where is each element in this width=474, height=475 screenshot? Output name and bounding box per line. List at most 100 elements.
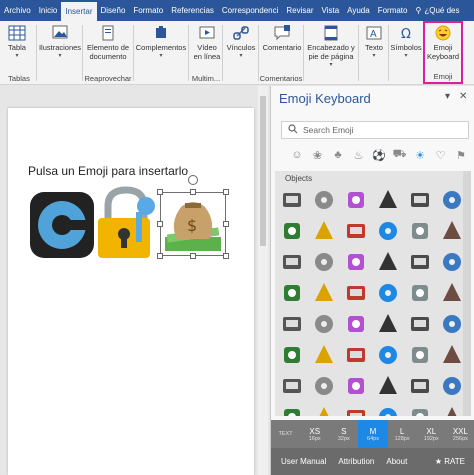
credit-card-icon[interactable] [373,402,402,416]
candle-icon[interactable] [277,371,306,400]
hourglass-flowing-icon[interactable] [277,340,306,369]
money-bag-icon[interactable] [373,371,402,400]
tab-formato-2[interactable]: Formato [374,0,412,21]
phone-icon[interactable] [405,185,434,214]
fax-icon[interactable] [309,278,338,307]
euro-icon[interactable] [277,402,306,416]
car-category-icon[interactable]: ⛟ [392,147,408,163]
resize-handle[interactable] [157,253,163,259]
user-manual-link[interactable]: User Manual [281,457,326,466]
tab-vista[interactable]: Vista [318,0,344,21]
heart-category-icon[interactable]: ♡ [433,147,449,163]
size-option-xs[interactable]: XS 16px [300,420,329,448]
search-input[interactable]: Search Emoji [281,121,469,139]
size-option-l[interactable]: L 128px [388,420,417,448]
tab-inicio[interactable]: Inicio [35,0,62,21]
telephone-receiver-icon[interactable] [405,247,434,276]
pager-green-icon[interactable] [277,278,306,307]
symbols-button[interactable]: Ω Símbolos ▾ [389,25,423,61]
size-option-xxl[interactable]: XXL 256px [446,420,474,448]
ball-category-icon[interactable]: ⚽ [371,147,387,163]
table-button[interactable]: Tabla ▾ [8,25,26,61]
satellite-dish-icon[interactable] [277,309,306,338]
grid-scrollbar[interactable] [463,171,471,416]
attribution-link[interactable]: Attribution [338,457,374,466]
tell-me-search[interactable]: ⚲ ¿Qué des [411,0,463,21]
radio-icon[interactable] [341,278,370,307]
dollar-icon[interactable] [405,371,434,400]
alarm-clock-icon[interactable] [437,278,466,307]
size-option-m[interactable]: M 64px [358,420,388,448]
comment-button[interactable]: Comentario [260,25,304,52]
resize-handle[interactable] [190,189,196,195]
oil-drum-icon[interactable] [341,371,370,400]
tab-insertar[interactable]: Insertar [61,2,97,21]
emoji-keyboard-button[interactable]: Emoji Keyboard [425,25,461,61]
dvd-icon[interactable] [341,216,370,245]
film-camera-icon[interactable] [309,247,338,276]
money-bag-emoji-image[interactable]: $ [157,175,229,259]
film-reel-icon[interactable] [341,247,370,276]
close-icon[interactable]: ✕ [459,91,467,102]
tab-archivo[interactable]: Archivo [0,0,35,21]
flashlight-icon[interactable] [437,340,466,369]
links-button[interactable]: Vínculos ▾ [224,25,258,61]
film-strip-icon[interactable] [373,247,402,276]
flag-category-icon[interactable]: ⚑ [453,147,469,163]
smiley-category-icon[interactable]: ☺ [289,147,305,163]
tab-revisar[interactable]: Revisar [282,0,317,21]
pager-icon[interactable] [309,185,338,214]
resize-handle[interactable] [157,221,163,227]
floppy-disk-icon[interactable] [277,216,306,245]
document-scrollbar[interactable] [258,86,268,475]
header-footer-button[interactable]: Encabezado y pie de página ▾ [305,25,357,70]
yen-icon[interactable] [437,371,466,400]
joystick-icon[interactable] [277,185,306,214]
clock-icon[interactable] [309,309,338,338]
projector-icon[interactable] [277,247,306,276]
locked-key-emoji-image[interactable] [96,186,162,260]
balance-icon[interactable] [437,402,466,416]
about-link[interactable]: About [386,457,407,466]
compass-icon[interactable] [373,309,402,338]
addins-button[interactable]: Complementos ▾ [135,25,187,61]
resize-handle[interactable] [190,253,196,259]
money-wings-icon[interactable] [341,402,370,416]
wastebasket-icon[interactable] [309,371,338,400]
video-camera-icon[interactable] [437,216,466,245]
mobile-phone-icon[interactable] [341,185,370,214]
microphone-icon[interactable] [373,278,402,307]
rate-button[interactable]: ★ RATE [435,457,465,466]
camera-icon[interactable] [373,216,402,245]
battery-icon[interactable] [373,340,402,369]
cd-icon[interactable] [309,216,338,245]
stopwatch-icon[interactable] [405,278,434,307]
tab-diseno[interactable]: Diseño [97,0,130,21]
rotate-handle[interactable] [188,175,198,185]
tab-formato[interactable]: Formato [129,0,167,21]
document-page[interactable]: Pulsa un Emoji para insertarlo $ [8,108,254,475]
camera-flash-icon[interactable] [405,216,434,245]
online-video-button[interactable]: Vídeo en línea [192,25,222,61]
pound-icon[interactable] [309,402,338,416]
chevron-down-icon[interactable]: ▾ [445,91,450,102]
timer-icon[interactable] [341,309,370,338]
cd-emoji-image[interactable] [28,190,96,260]
scrollbar-thumb[interactable] [260,96,266,246]
hourglass-icon[interactable] [405,309,434,338]
illustrations-button[interactable]: Ilustraciones ▾ [38,25,82,61]
document-item-button[interactable]: Elemento de documento [85,25,131,61]
resize-handle[interactable] [223,221,229,227]
tab-referencias[interactable]: Referencias [167,0,218,21]
size-option-s[interactable]: S 32px [329,420,358,448]
calculator-icon[interactable] [373,185,402,214]
television-icon[interactable] [437,247,466,276]
plug-icon[interactable] [341,340,370,369]
resize-handle[interactable] [157,189,163,195]
tab-ayuda[interactable]: Ayuda [343,0,374,21]
laptop-icon[interactable] [437,185,466,214]
size-option-xl[interactable]: XL 192px [417,420,446,448]
utensils-category-icon[interactable]: ♨ [351,147,367,163]
paw-category-icon[interactable]: ❀ [310,147,326,163]
tab-correspondencia[interactable]: Correspondenci [218,0,282,21]
